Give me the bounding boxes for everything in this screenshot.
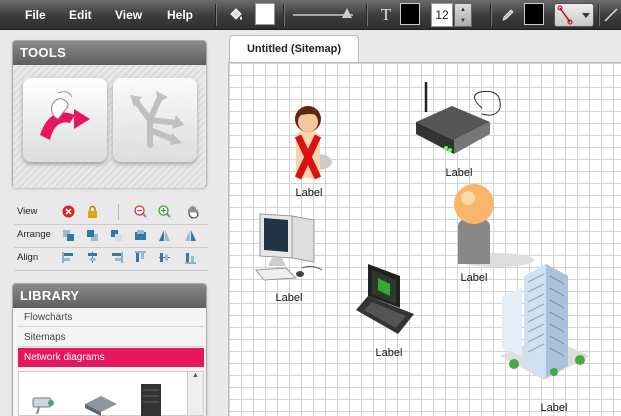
flip-horizontal-icon[interactable]	[158, 229, 171, 242]
toolbar-divider	[215, 4, 216, 26]
branch-arrows-icon	[130, 91, 184, 148]
shape-label[interactable]: Label	[259, 292, 319, 304]
laptop-icon[interactable]	[354, 262, 420, 340]
pencil-icon[interactable]	[498, 5, 518, 25]
align-top-icon[interactable]	[134, 251, 147, 264]
align-middle-icon[interactable]	[158, 251, 171, 264]
font-size-input[interactable]: 12	[431, 3, 453, 27]
row-separator	[14, 247, 208, 248]
connector-tool-button[interactable]	[113, 78, 197, 162]
align-center-icon[interactable]	[86, 251, 99, 264]
connector-style-dropdown[interactable]	[554, 3, 594, 27]
menu-view[interactable]: View	[115, 0, 142, 30]
line-color-swatch[interactable]	[524, 3, 544, 25]
toolbar-divider	[490, 4, 491, 26]
align-bottom-icon[interactable]	[184, 251, 197, 264]
shape-label[interactable]: Label	[524, 402, 584, 414]
top-toolbar: File Edit View Help T 12 ▲ ▼	[0, 0, 621, 30]
bring-forward-icon[interactable]	[86, 229, 99, 242]
view-row-label: View	[17, 206, 38, 217]
hand-pointer-icon	[40, 91, 90, 140]
network-switch-icon[interactable]	[83, 390, 119, 416]
send-to-back-icon[interactable]	[134, 229, 147, 242]
row-separator	[14, 270, 208, 271]
person-female-icon[interactable]	[282, 100, 338, 186]
select-tool-button[interactable]	[23, 78, 107, 162]
pan-hand-icon[interactable]	[186, 204, 201, 219]
row-divider	[118, 204, 119, 220]
bring-to-front-icon[interactable]	[62, 229, 75, 242]
shape-label[interactable]: Label	[279, 187, 339, 199]
shape-label[interactable]: Label	[359, 347, 419, 359]
tools-panel: TOOLS	[12, 40, 207, 188]
toolbar-divider	[366, 4, 367, 26]
tab-untitled-sitemap[interactable]: Untitled (Sitemap)	[229, 35, 359, 63]
lock-icon[interactable]	[86, 205, 99, 218]
tools-body	[13, 65, 205, 188]
shape-label[interactable]: Label	[429, 167, 489, 179]
server-rack-icon[interactable]	[137, 382, 165, 416]
toolbar-divider	[283, 4, 284, 26]
library-item-network-diagrams[interactable]: Network diagrams	[18, 348, 204, 367]
align-right-icon[interactable]	[110, 251, 123, 264]
row-separator	[14, 224, 208, 225]
office-building-icon[interactable]	[494, 256, 594, 386]
library-title: LIBRARY	[13, 284, 206, 308]
connector-icon	[557, 5, 590, 25]
tools-title: TOOLS	[13, 41, 206, 65]
library-item-sitemaps[interactable]: Sitemaps	[18, 328, 204, 347]
text-tool-icon[interactable]: T	[376, 5, 396, 25]
fill-color-swatch[interactable]	[255, 3, 275, 25]
router-icon[interactable]	[410, 82, 510, 164]
flip-vertical-icon[interactable]	[184, 229, 197, 242]
text-color-swatch[interactable]	[400, 3, 420, 25]
desktop-computer-icon[interactable]	[252, 208, 330, 288]
font-size-stepper[interactable]: ▲ ▼	[454, 3, 472, 27]
fill-bucket-icon[interactable]	[226, 5, 246, 25]
library-scrollbar[interactable]: ▲	[187, 372, 203, 415]
align-left-icon[interactable]	[62, 251, 75, 264]
menu-edit[interactable]: Edit	[69, 0, 92, 30]
menu-help[interactable]: Help	[167, 0, 193, 30]
toolbar-divider	[598, 4, 599, 26]
opacity-slider-thumb[interactable]	[342, 8, 352, 18]
security-camera-icon[interactable]	[29, 392, 59, 416]
delete-icon[interactable]	[62, 205, 75, 218]
library-shape-gallery: ▲	[18, 371, 204, 416]
zoom-in-icon[interactable]	[158, 205, 171, 218]
menu-file[interactable]: File	[25, 0, 46, 30]
arrange-row-label: Arrange	[17, 229, 51, 240]
line-tool-icon[interactable]	[601, 5, 621, 25]
zoom-out-icon[interactable]	[134, 205, 147, 218]
send-backward-icon[interactable]	[110, 229, 123, 242]
align-row-label: Align	[17, 252, 39, 263]
library-item-flowcharts[interactable]: Flowcharts	[18, 308, 204, 327]
